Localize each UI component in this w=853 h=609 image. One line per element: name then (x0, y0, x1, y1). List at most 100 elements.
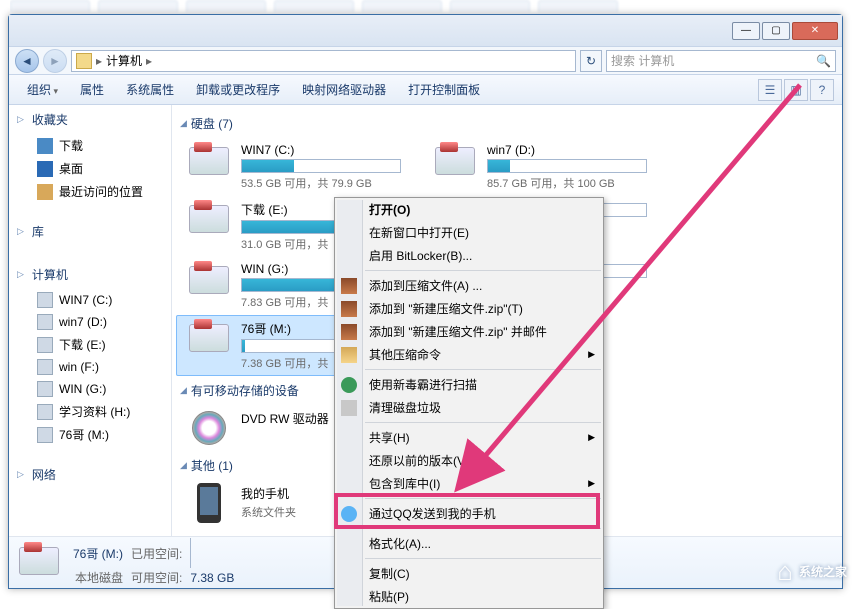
drive-icon (37, 292, 53, 308)
sidebar-item-label: 学习资料 (H:) (59, 403, 130, 420)
drive-bar (487, 159, 647, 173)
collapse-icon: ◢ (180, 385, 187, 396)
sidebar-drive-g[interactable]: WIN (G:) (9, 378, 171, 400)
search-input[interactable]: 搜索 计算机 🔍 (606, 50, 836, 72)
ctx-other-compress[interactable]: 其他压缩命令▶ (335, 343, 603, 366)
watermark: ⌂ 系统之家 (777, 556, 847, 587)
sidebar-item-label: win7 (D:) (59, 315, 107, 329)
ctx-separator (365, 270, 601, 271)
ctx-separator (365, 558, 601, 559)
sidebar-item-label: 桌面 (59, 160, 83, 177)
group-label: 其他 (1) (191, 457, 233, 474)
browser-tabs-blur (10, 0, 793, 14)
drive-sub: 85.7 GB 可用，共 100 GB (487, 175, 659, 191)
ctx-separator (365, 528, 601, 529)
sidebar-drive-e[interactable]: 下载 (E:) (9, 333, 171, 356)
hdd-icon (189, 205, 229, 233)
ctx-rar-zip[interactable]: 添加到 "新建压缩文件.zip"(T) (335, 297, 603, 320)
sidebar-item-label: 76哥 (M:) (59, 426, 109, 443)
view-options-button[interactable]: ☰ (758, 79, 782, 101)
address-bar[interactable]: ▸ 计算机 ▸ (71, 50, 576, 72)
submenu-arrow-icon: ▶ (588, 432, 595, 443)
group-hdd[interactable]: ◢ 硬盘 (7) (176, 109, 838, 138)
ctx-bitlocker[interactable]: 启用 BitLocker(B)... (335, 244, 603, 267)
sidebar-drive-d[interactable]: win7 (D:) (9, 311, 171, 333)
map-network-button[interactable]: 映射网络驱动器 (292, 77, 396, 102)
dvd-icon (192, 411, 226, 445)
drive-name: WIN7 (C:) (241, 143, 413, 157)
sidebar-group-computer[interactable]: ▷ 计算机 (9, 260, 171, 289)
ctx-include-library[interactable]: 包含到库中(I)▶ (335, 472, 603, 495)
refresh-button[interactable]: ↻ (580, 50, 602, 72)
navbar: ◄ ► ▸ 计算机 ▸ ↻ 搜索 计算机 🔍 (9, 47, 842, 75)
ctx-open[interactable]: 打开(O) (335, 198, 603, 221)
sidebar-item-downloads[interactable]: 下载 (9, 134, 171, 157)
organize-button[interactable]: 组织 (17, 77, 68, 102)
ctx-separator (365, 498, 601, 499)
house-icon: ⌂ (777, 556, 793, 587)
minimize-button[interactable]: — (732, 22, 760, 40)
drive-icon (37, 381, 53, 397)
drive-c[interactable]: WIN7 (C:) 53.5 GB 可用，共 79.9 GB (176, 138, 422, 196)
help-button[interactable]: ? (810, 79, 834, 101)
download-icon (37, 138, 53, 154)
drive-icon (37, 359, 53, 375)
preview-pane-button[interactable]: ▥ (784, 79, 808, 101)
sidebar-drive-m[interactable]: 76哥 (M:) (9, 423, 171, 446)
ctx-rar-mail[interactable]: 添加到 "新建压缩文件.zip" 并邮件 (335, 320, 603, 343)
sidebar-group-libraries[interactable]: ▷ 库 (9, 217, 171, 246)
zip-icon (341, 347, 357, 363)
drive-icon (37, 404, 53, 420)
ctx-previous-versions[interactable]: 还原以前的版本(V) (335, 449, 603, 472)
sidebar-group-favorites[interactable]: ▷ 收藏夹 (9, 105, 171, 134)
ctx-av-trash[interactable]: 清理磁盘垃圾 (335, 396, 603, 419)
drive-sub: 53.5 GB 可用，共 79.9 GB (241, 175, 413, 191)
sidebar-favorites-label: 收藏夹 (32, 111, 68, 128)
drive-d[interactable]: win7 (D:) 85.7 GB 可用，共 100 GB (422, 138, 668, 196)
ctx-copy[interactable]: 复制(C) (335, 562, 603, 585)
sidebar-group-network[interactable]: ▷ 网络 (9, 460, 171, 489)
phone-icon (197, 483, 221, 523)
back-button[interactable]: ◄ (15, 49, 39, 73)
breadcrumb-arrow[interactable]: ▸ (146, 54, 152, 68)
drive-bar (241, 159, 401, 173)
ctx-format[interactable]: 格式化(A)... (335, 532, 603, 555)
properties-button[interactable]: 属性 (70, 77, 114, 102)
drive-icon (37, 427, 53, 443)
ctx-rar-add[interactable]: 添加到压缩文件(A) ... (335, 274, 603, 297)
recent-icon (37, 184, 53, 200)
group-label: 硬盘 (7) (191, 115, 233, 132)
system-properties-button[interactable]: 系统属性 (116, 77, 184, 102)
antivirus-icon (341, 377, 357, 393)
titlebar[interactable]: — ▢ ✕ (9, 15, 842, 47)
sidebar-drive-f[interactable]: win (F:) (9, 356, 171, 378)
expand-icon: ▷ (17, 226, 24, 237)
close-button[interactable]: ✕ (792, 22, 838, 40)
hdd-icon (189, 266, 229, 294)
context-menu: 打开(O) 在新窗口中打开(E) 启用 BitLocker(B)... 添加到压… (334, 197, 604, 609)
rar-icon (341, 301, 357, 317)
computer-icon (76, 53, 92, 69)
collapse-icon: ◢ (180, 460, 187, 471)
sidebar-item-recent[interactable]: 最近访问的位置 (9, 180, 171, 203)
ctx-qq-send[interactable]: 通过QQ发送到我的手机 (335, 502, 603, 525)
collapse-icon: ◢ (180, 118, 187, 129)
hdd-icon (189, 324, 229, 352)
control-panel-button[interactable]: 打开控制面板 (398, 77, 490, 102)
sidebar-item-desktop[interactable]: 桌面 (9, 157, 171, 180)
ctx-paste[interactable]: 粘贴(P) (335, 585, 603, 608)
ctx-share[interactable]: 共享(H)▶ (335, 426, 603, 449)
breadcrumb-seg[interactable]: 计算机 (106, 52, 142, 69)
sidebar-item-label: 下载 (59, 137, 83, 154)
ctx-new-window[interactable]: 在新窗口中打开(E) (335, 221, 603, 244)
sidebar-item-label: 下载 (E:) (59, 336, 106, 353)
maximize-button[interactable]: ▢ (762, 22, 790, 40)
trash-icon (341, 400, 357, 416)
ctx-av-scan[interactable]: 使用新毒霸进行扫描 (335, 373, 603, 396)
status-drive-icon (19, 547, 63, 579)
uninstall-button[interactable]: 卸载或更改程序 (186, 77, 290, 102)
sidebar-drive-h[interactable]: 学习资料 (H:) (9, 400, 171, 423)
breadcrumb-arrow[interactable]: ▸ (96, 54, 102, 68)
hdd-icon (189, 147, 229, 175)
sidebar-drive-c[interactable]: WIN7 (C:) (9, 289, 171, 311)
